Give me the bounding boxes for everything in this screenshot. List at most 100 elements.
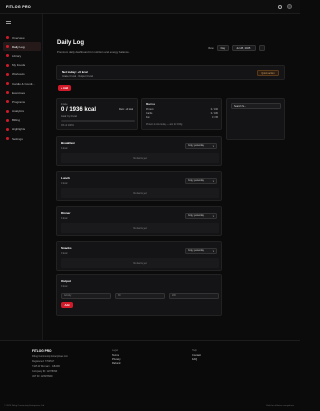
- sidebar-item-my-foods[interactable]: My Foods: [3, 61, 41, 70]
- footer-link-faq[interactable]: FAQ: [192, 358, 201, 362]
- sidebar-item-label: Workouts: [12, 72, 25, 77]
- macro-row-protein: Protein 0 / 160: [146, 108, 218, 111]
- copy-label: Copy yesterday: [188, 144, 204, 147]
- menu-icon[interactable]: [6, 21, 11, 24]
- calendar-icon[interactable]: [259, 45, 266, 51]
- footer-line: Registered: 7760517: [32, 360, 55, 363]
- add-food-button[interactable]: + Add: [58, 85, 71, 91]
- sidebar-item-settings[interactable]: Settings: [3, 134, 41, 143]
- meal-kcal: 0 kcal: [61, 146, 68, 150]
- overview-icon: [6, 36, 9, 40]
- copy-label: Copy yesterday: [188, 214, 204, 217]
- cardio-icon: [6, 82, 9, 86]
- sidebar-item-label: Programs: [12, 99, 26, 104]
- footer-link-privacy[interactable]: Privacy: [112, 358, 121, 362]
- notification-icon[interactable]: [278, 4, 282, 9]
- sidebar-nav: Overview Daily Log Library My Foods Work…: [3, 33, 41, 143]
- footer-link-refund[interactable]: Refund: [112, 362, 121, 366]
- macro-name: Protein: [146, 108, 154, 111]
- intake-label: Intake: [61, 103, 68, 106]
- brand-logo[interactable]: FITLOG PRO: [6, 5, 31, 9]
- copy-label: Copy yesterday: [188, 179, 204, 182]
- footer-brand: FITLOG PRO: [32, 349, 52, 353]
- sidebar-item-cardio[interactable]: Cardio & Condi...: [3, 79, 41, 88]
- footer-link-contact[interactable]: Contact: [192, 354, 201, 358]
- page-title: Daily Log: [57, 40, 85, 46]
- workouts-icon: [6, 72, 9, 76]
- settings-icon: [6, 137, 9, 141]
- output-title: Output: [61, 279, 71, 283]
- copy-yesterday-select[interactable]: Copy yesterday ▾: [185, 248, 217, 254]
- meal-kcal: 0 kcal: [61, 181, 68, 185]
- sidebar-item-label: Daily Log: [12, 44, 25, 49]
- intake-value: 0 / 1936 kcal: [61, 107, 97, 113]
- chevron-down-icon: ▾: [212, 215, 214, 219]
- minutes-input[interactable]: 30: [115, 293, 165, 299]
- programs-icon: [6, 100, 9, 104]
- meal-kcal: 0 kcal: [61, 216, 68, 220]
- kcal-input[interactable]: 200: [169, 293, 219, 299]
- macro-value: 0 / 65: [212, 116, 218, 119]
- copy-yesterday-select[interactable]: Copy yesterday ▾: [185, 213, 217, 219]
- footer-line: VAT ID: 123978990: [32, 375, 53, 378]
- copy-yesterday-select[interactable]: Copy yesterday ▾: [185, 143, 217, 149]
- output-card: Output 0 kcal Activity 30 200 Add: [56, 274, 222, 316]
- intake-percent: 0% of 100%: [61, 124, 74, 127]
- copyright: © 2025 Fitlog Community Enterprises Ltd.: [4, 405, 45, 407]
- footer-line: 7425 W Dixmarn · GB4FR: [32, 365, 60, 368]
- sidebar-item-highlights[interactable]: Highlights: [3, 125, 41, 134]
- sidebar-item-billing[interactable]: Billing: [3, 116, 41, 125]
- add-output-button[interactable]: Add: [61, 302, 73, 308]
- sidebar-item-daily-log[interactable]: Daily Log: [3, 42, 41, 52]
- billing-icon: [6, 118, 9, 122]
- meal-name: Dinner: [61, 211, 71, 215]
- view-select[interactable]: Day: [216, 45, 230, 51]
- avatar[interactable]: [287, 4, 292, 9]
- macros-card: Macros Protein 0 / 160 Carbs 0 / 180 Fat 0 …: [141, 98, 222, 130]
- macro-name: Fat: [146, 116, 150, 119]
- footer-col-legal: Legal Terms Privacy Refund: [112, 349, 121, 366]
- quick-action-button[interactable]: Quick action: [257, 70, 279, 76]
- footer: FITLOG PRO Fitlog Community Enterprises …: [0, 340, 300, 411]
- macro-row-carbs: Carbs 0 / 180: [146, 112, 218, 115]
- daily-log-icon: [6, 45, 9, 49]
- footer-col-help: Help Contact FAQ: [192, 349, 201, 362]
- net-title: Net today: +0 kcal: [62, 69, 88, 74]
- footer-col-heading: Legal: [112, 349, 118, 352]
- date-picker[interactable]: Jul 28, 2025: [232, 45, 257, 51]
- sidebar-item-library[interactable]: Library: [3, 51, 41, 60]
- intake-remaining: Rem: +0 kcal: [118, 108, 133, 111]
- date-controls: View Day Jul 28, 2025: [208, 45, 266, 51]
- sidebar-item-label: My Foods: [12, 63, 26, 68]
- net-banner: Net today: +0 kcal Intake 0 kcal · Outpu…: [56, 65, 285, 80]
- top-actions: [278, 4, 292, 9]
- meal-name: Snacks: [61, 246, 72, 250]
- activity-input[interactable]: Activity: [61, 293, 111, 299]
- my-foods-icon: [6, 63, 9, 67]
- sidebar-item-label: Billing: [12, 118, 21, 123]
- sidebar-item-label: Exercises: [12, 90, 26, 95]
- footer-col-heading: Help: [192, 349, 197, 352]
- sidebar-item-label: Library: [12, 53, 22, 58]
- food-search-input[interactable]: Search fo...: [231, 103, 281, 109]
- view-label: View: [208, 46, 214, 50]
- meal-dinner: Dinner 0 kcal Copy yesterday ▾ No items y…: [56, 206, 222, 236]
- sidebar-item-exercises[interactable]: Exercises: [3, 88, 41, 97]
- meal-lunch: Lunch 0 kcal Copy yesterday ▾ No items ye…: [56, 171, 222, 201]
- macros-hint: Protein is low today — aim for 160g: [146, 124, 183, 126]
- sidebar-item-workouts[interactable]: Workouts: [3, 70, 41, 79]
- library-icon: [6, 54, 9, 58]
- highlights-icon: [6, 127, 9, 131]
- meal-empty: No items yet: [61, 223, 219, 233]
- sidebar-item-overview[interactable]: Overview: [3, 33, 41, 42]
- sidebar-item-programs[interactable]: Programs: [3, 97, 41, 106]
- macro-name: Carbs: [146, 112, 153, 115]
- sidebar-item-analytics[interactable]: Analytics: [3, 107, 41, 116]
- copy-yesterday-select[interactable]: Copy yesterday ▾: [185, 178, 217, 184]
- chevron-down-icon: ▾: [212, 145, 214, 149]
- intake-progress-bar: [61, 120, 135, 122]
- exercises-icon: [6, 91, 9, 95]
- copy-label: Copy yesterday: [188, 249, 204, 252]
- meal-kcal: 0 kcal: [61, 251, 68, 255]
- food-search-panel: Search fo...: [226, 98, 285, 140]
